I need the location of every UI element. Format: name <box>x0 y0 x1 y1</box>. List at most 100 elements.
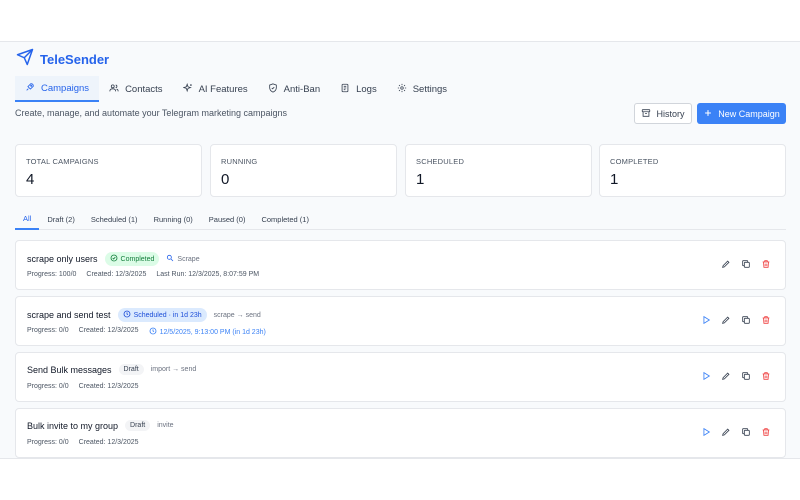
tab-label: Settings <box>412 83 448 95</box>
last-run-text: Last Run: 12/3/2025, 8:07:59 PM <box>156 271 260 278</box>
status-text: Scheduled · in 1d 23h <box>133 311 202 319</box>
tab-campaigns[interactable]: Campaigns <box>15 76 100 102</box>
filter-paused[interactable]: Paused (0) <box>201 208 254 230</box>
tab-label: Anti-Ban <box>283 83 321 95</box>
status-text: Draft <box>130 422 146 429</box>
plus-icon <box>703 108 713 120</box>
campaign-mode: import → send <box>151 366 197 373</box>
campaign-name: Bulk invite to my group <box>27 420 119 431</box>
status-text: Draft <box>123 366 139 373</box>
campaign-mode: scrape → send <box>214 312 261 319</box>
campaign-card[interactable]: Send Bulk messages Draft import → send P… <box>15 352 786 402</box>
campaign-name: scrape and send test <box>27 310 111 320</box>
app-container: TeleSender Campaigns Contacts AI Feature… <box>0 42 800 458</box>
duplicate-icon[interactable] <box>741 259 751 269</box>
campaign-card[interactable]: scrape and send test Scheduled · in 1d 2… <box>15 296 786 346</box>
card-actions <box>721 259 771 269</box>
stat-card-total: Total Campaigns 4 <box>15 144 202 197</box>
new-campaign-button[interactable]: New Campaign <box>697 103 786 124</box>
mode-text: invite <box>157 422 174 429</box>
mode-text: import → send <box>150 366 197 373</box>
history-button[interactable]: History <box>634 103 692 124</box>
stat-card-completed: Completed 1 <box>599 144 786 197</box>
created-text: Created: 12/3/2025 <box>78 439 139 446</box>
card-actions <box>701 427 771 437</box>
status-badge: Scheduled · in 1d 23h <box>117 308 207 322</box>
paper-plane-icon <box>16 48 34 71</box>
stat-card-running: Running 0 <box>210 144 397 197</box>
rocket-icon <box>25 82 35 95</box>
history-label: History <box>656 108 685 119</box>
tab-label: Contacts <box>125 83 163 95</box>
play-icon[interactable] <box>701 371 711 381</box>
stat-label: Running <box>221 157 258 166</box>
status-badge: Completed <box>104 252 160 266</box>
created-text: Created: 12/3/2025 <box>86 271 147 278</box>
browser-top-area <box>0 0 800 42</box>
stat-value: 1 <box>610 171 619 188</box>
trash-icon[interactable] <box>761 315 771 325</box>
stat-value: 1 <box>416 171 425 188</box>
filter-completed[interactable]: Completed (1) <box>253 208 317 230</box>
campaign-mode: invite <box>157 422 173 429</box>
status-badge: Draft <box>125 420 151 431</box>
new-campaign-label: New Campaign <box>718 108 780 119</box>
tab-label: AI Features <box>198 83 248 95</box>
progress-text: Progress: 0/0 <box>27 439 69 446</box>
archive-icon <box>641 108 651 120</box>
tab-label: Logs <box>356 83 377 95</box>
duplicate-icon[interactable] <box>741 371 751 381</box>
sparkles-icon <box>182 82 193 96</box>
play-icon[interactable] <box>701 427 711 437</box>
bottom-area <box>0 458 800 500</box>
page-subtitle: Create, manage, and automate your Telegr… <box>15 108 287 118</box>
trash-icon[interactable] <box>761 371 771 381</box>
brand[interactable]: TeleSender <box>16 48 109 71</box>
shield-icon <box>268 82 278 96</box>
stat-label: Scheduled <box>416 157 465 166</box>
tab-anti-ban[interactable]: Anti-Ban <box>258 76 330 102</box>
document-icon <box>340 83 350 96</box>
status-filter-tabs: All Draft (2) Scheduled (1) Running (0) … <box>15 208 786 230</box>
stat-value: 0 <box>221 171 230 188</box>
stat-label: Completed <box>610 157 659 166</box>
filter-scheduled[interactable]: Scheduled (1) <box>83 208 146 230</box>
tab-contacts[interactable]: Contacts <box>99 76 173 102</box>
tab-logs[interactable]: Logs <box>330 76 387 102</box>
campaign-card[interactable]: Bulk invite to my group Draft invite Pro… <box>15 408 786 458</box>
tab-ai-features[interactable]: AI Features <box>173 76 258 102</box>
trash-icon[interactable] <box>761 259 771 269</box>
trash-icon[interactable] <box>761 427 771 437</box>
magnifier-icon <box>166 254 174 264</box>
campaign-name: scrape only users <box>27 254 98 264</box>
mode-text: Scrape <box>177 255 200 263</box>
stat-value: 4 <box>26 171 35 188</box>
play-icon[interactable] <box>701 315 711 325</box>
main-tabs: Campaigns Contacts AI Features Anti-Ban … <box>15 76 457 102</box>
tab-label: Campaigns <box>41 82 90 94</box>
campaign-mode: Scrape <box>166 254 200 264</box>
card-actions <box>701 371 771 381</box>
stat-label: Total Campaigns <box>26 157 99 166</box>
duplicate-icon[interactable] <box>741 315 751 325</box>
check-circle-icon <box>110 254 118 264</box>
created-text: Created: 12/3/2025 <box>78 327 139 334</box>
tab-settings[interactable]: Settings <box>387 76 457 102</box>
progress-text: Progress: 100/0 <box>27 271 77 278</box>
edit-icon[interactable] <box>721 259 731 269</box>
progress-text: Progress: 0/0 <box>27 383 69 390</box>
clock-icon <box>149 327 157 337</box>
mode-text: scrape → send <box>213 311 261 319</box>
edit-icon[interactable] <box>721 371 731 381</box>
created-text: Created: 12/3/2025 <box>78 383 139 390</box>
filter-all[interactable]: All <box>15 208 40 230</box>
filter-draft[interactable]: Draft (2) <box>39 208 83 230</box>
filter-running[interactable]: Running (0) <box>146 208 201 230</box>
campaign-card[interactable]: scrape only users Completed Scrape Progr… <box>15 240 786 290</box>
duplicate-icon[interactable] <box>741 427 751 437</box>
progress-text: Progress: 0/0 <box>27 327 69 334</box>
edit-icon[interactable] <box>721 315 731 325</box>
status-badge: Draft <box>118 364 144 375</box>
users-icon <box>109 83 119 96</box>
edit-icon[interactable] <box>721 427 731 437</box>
